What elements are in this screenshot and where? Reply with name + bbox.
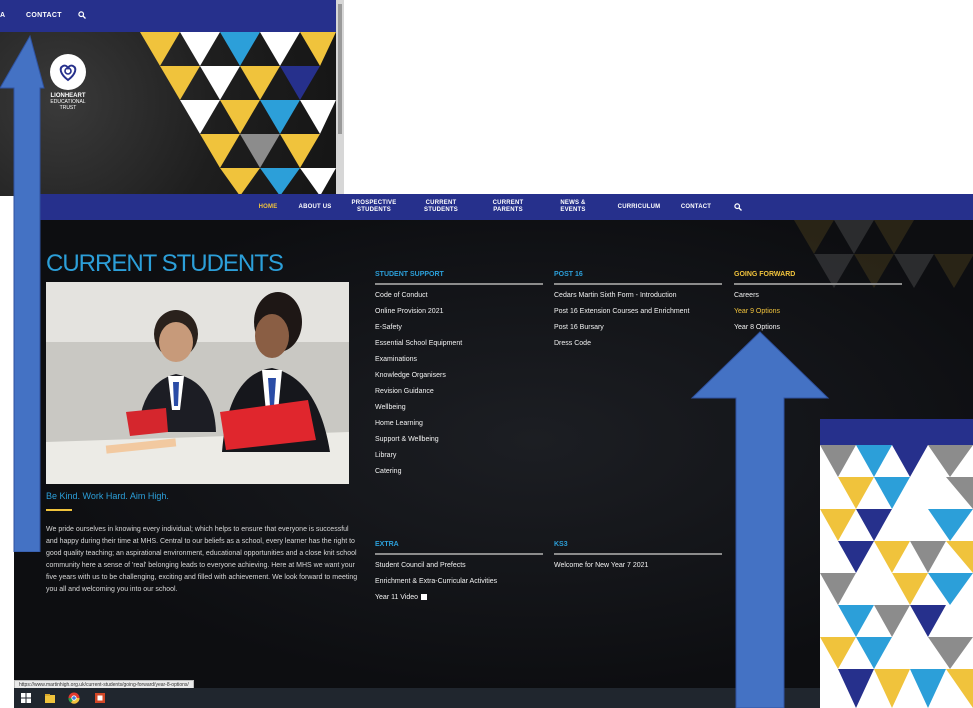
- nav-news-line1: NEWS &: [560, 200, 586, 206]
- link-year11-video[interactable]: Year 11 Video: [375, 590, 497, 606]
- link-support-wellbeing[interactable]: Support & Wellbeing: [375, 432, 462, 448]
- nav-current-students[interactable]: CURRENT STUDENTS: [416, 194, 466, 220]
- triangle-pattern: [820, 445, 973, 708]
- student-support-list: Code of Conduct Online Provision 2021 E-…: [375, 288, 462, 480]
- background-nav-contact[interactable]: CONTACT: [26, 12, 62, 19]
- link-examinations[interactable]: Examinations: [375, 352, 462, 368]
- file-explorer-icon[interactable]: [44, 692, 56, 704]
- link-knowledge-organisers[interactable]: Knowledge Organisers: [375, 368, 462, 384]
- intro-paragraph: We pride ourselves in knowing every indi…: [46, 526, 358, 593]
- external-link-icon: [421, 594, 428, 601]
- link-post16-extension[interactable]: Post 16 Extension Courses and Enrichment: [554, 304, 689, 320]
- main-nav-bar: HOME ABOUT US PROSPECTIVE STUDENTS CURRE…: [14, 194, 973, 220]
- extra-rule: [375, 553, 543, 555]
- link-student-council[interactable]: Student Council and Prefects: [375, 558, 497, 574]
- nav-prospective-line1: PROSPECTIVE: [351, 200, 397, 206]
- link-sixth-form-intro[interactable]: Cedars Martin Sixth Form - Introduction: [554, 288, 689, 304]
- nav-prospective-line2: STUDENTS: [357, 207, 391, 213]
- nav-curriculum[interactable]: CURRICULUM: [614, 194, 664, 220]
- nav-home[interactable]: HOME: [252, 194, 284, 220]
- link-online-provision[interactable]: Online Provision 2021: [375, 304, 462, 320]
- link-revision-guidance[interactable]: Revision Guidance: [375, 384, 462, 400]
- windows-start-icon[interactable]: [20, 692, 32, 704]
- link-wellbeing[interactable]: Wellbeing: [375, 400, 462, 416]
- nav-current-students-line2: STUDENTS: [424, 207, 458, 213]
- students-photo: [46, 282, 349, 484]
- ks3-list: Welcome for New Year 7 2021: [554, 558, 648, 574]
- going-forward-heading: GOING FORWARD: [734, 271, 796, 278]
- link-dress-code[interactable]: Dress Code: [554, 336, 689, 352]
- ks3-heading: KS3: [554, 541, 568, 548]
- link-library[interactable]: Library: [375, 448, 462, 464]
- post16-list: Cedars Martin Sixth Form - Introduction …: [554, 288, 689, 352]
- background-triangle-pattern: [140, 32, 336, 196]
- nav-current-parents-line1: CURRENT: [492, 200, 524, 206]
- post16-heading: POST 16: [554, 271, 583, 278]
- annotation-arrow-up-left: [0, 34, 45, 552]
- link-code-of-conduct[interactable]: Code of Conduct: [375, 288, 462, 304]
- page-title: CURRENT STUDENTS: [46, 250, 284, 277]
- nav-current-students-line1: CURRENT: [425, 200, 457, 206]
- background-nav-partial[interactable]: A: [0, 12, 5, 19]
- link-welcome-year7[interactable]: Welcome for New Year 7 2021: [554, 558, 648, 574]
- link-year9-options[interactable]: Year 9 Options: [734, 304, 780, 320]
- decorative-navy-band: [820, 419, 973, 445]
- nav-news-line2: EVENTS: [560, 207, 586, 213]
- link-careers[interactable]: Careers: [734, 288, 780, 304]
- link-enrichment[interactable]: Enrichment & Extra-Curricular Activities: [375, 574, 497, 590]
- link-essential-equipment[interactable]: Essential School Equipment: [375, 336, 462, 352]
- link-catering[interactable]: Catering: [375, 464, 462, 480]
- powerpoint-icon[interactable]: [94, 692, 106, 704]
- nav-contact[interactable]: CONTACT: [678, 194, 714, 220]
- nav-current-parents[interactable]: CURRENT PARENTS: [484, 194, 532, 220]
- search-icon[interactable]: [78, 11, 86, 19]
- extra-list: Student Council and Prefects Enrichment …: [375, 558, 497, 606]
- post16-rule: [554, 283, 722, 285]
- background-nav-bar: A CONTACT: [0, 0, 336, 32]
- search-icon[interactable]: [734, 203, 742, 211]
- link-post16-bursary[interactable]: Post 16 Bursary: [554, 320, 689, 336]
- extra-heading: EXTRA: [375, 541, 399, 548]
- link-year11-video-label: Year 11 Video: [375, 594, 419, 601]
- nav-current-parents-line2: PARENTS: [493, 207, 523, 213]
- nav-about-us[interactable]: ABOUT US: [294, 194, 336, 220]
- going-forward-rule: [734, 283, 902, 285]
- link-home-learning[interactable]: Home Learning: [375, 416, 462, 432]
- going-forward-list: Careers Year 9 Options Year 8 Options: [734, 288, 780, 336]
- student-support-heading: STUDENT SUPPORT: [375, 271, 444, 278]
- nav-prospective-students[interactable]: PROSPECTIVE STUDENTS: [348, 194, 400, 220]
- nav-news-events[interactable]: NEWS & EVENTS: [552, 194, 594, 220]
- annotation-arrow-up-right: [690, 331, 830, 708]
- tagline: Be Kind. Work Hard. Aim High.: [46, 491, 169, 501]
- background-scrollbar-thumb[interactable]: [338, 4, 342, 134]
- decorative-triangle-panel: [820, 419, 973, 708]
- student-support-rule: [375, 283, 543, 285]
- chrome-icon[interactable]: [68, 692, 80, 704]
- link-e-safety[interactable]: E-Safety: [375, 320, 462, 336]
